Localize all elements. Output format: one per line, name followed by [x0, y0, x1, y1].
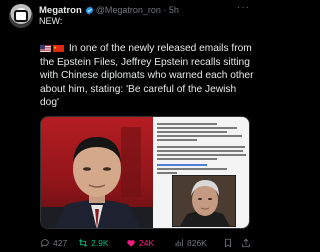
- views-count: 826K: [187, 238, 207, 248]
- repost-count: 2.9K: [91, 238, 109, 248]
- post-text: In one of the newly released emails from…: [40, 43, 254, 109]
- verified-badge-icon: [85, 5, 93, 15]
- views-button[interactable]: 826K: [174, 238, 207, 248]
- post-media[interactable]: [40, 116, 250, 229]
- heart-icon: [127, 240, 135, 247]
- reply-count: 427: [53, 238, 68, 248]
- avatar[interactable]: [9, 4, 33, 28]
- like-count: 24K: [139, 238, 155, 248]
- share-button[interactable]: [241, 238, 251, 248]
- like-button[interactable]: 24K: [126, 238, 154, 248]
- repost-button[interactable]: 2.9K: [78, 238, 109, 248]
- post-header: Megatron @Megatron_ron · 5h ···: [39, 2, 250, 16]
- bookmark-icon: [225, 238, 231, 248]
- repost-icon: [78, 239, 88, 247]
- more-options-icon[interactable]: ···: [237, 2, 250, 13]
- us-flag-icon: [40, 44, 51, 52]
- post-text-block: In one of the newly released emails from…: [40, 42, 254, 110]
- author-handle-time[interactable]: @Megatron_ron · 5h: [96, 5, 179, 15]
- reply-icon: [40, 239, 49, 248]
- post-label: NEW:: [39, 16, 63, 26]
- author-name[interactable]: Megatron: [39, 5, 82, 16]
- views-icon: [175, 239, 183, 247]
- china-flag-icon: [53, 44, 64, 52]
- bookmark-button[interactable]: [223, 238, 233, 248]
- media-photo-left[interactable]: [41, 117, 153, 228]
- share-icon: [242, 238, 250, 248]
- media-photo-right[interactable]: [172, 175, 236, 227]
- post-actions: 427 2.9K 24K 826K: [40, 236, 254, 250]
- reply-button[interactable]: 427: [40, 238, 67, 248]
